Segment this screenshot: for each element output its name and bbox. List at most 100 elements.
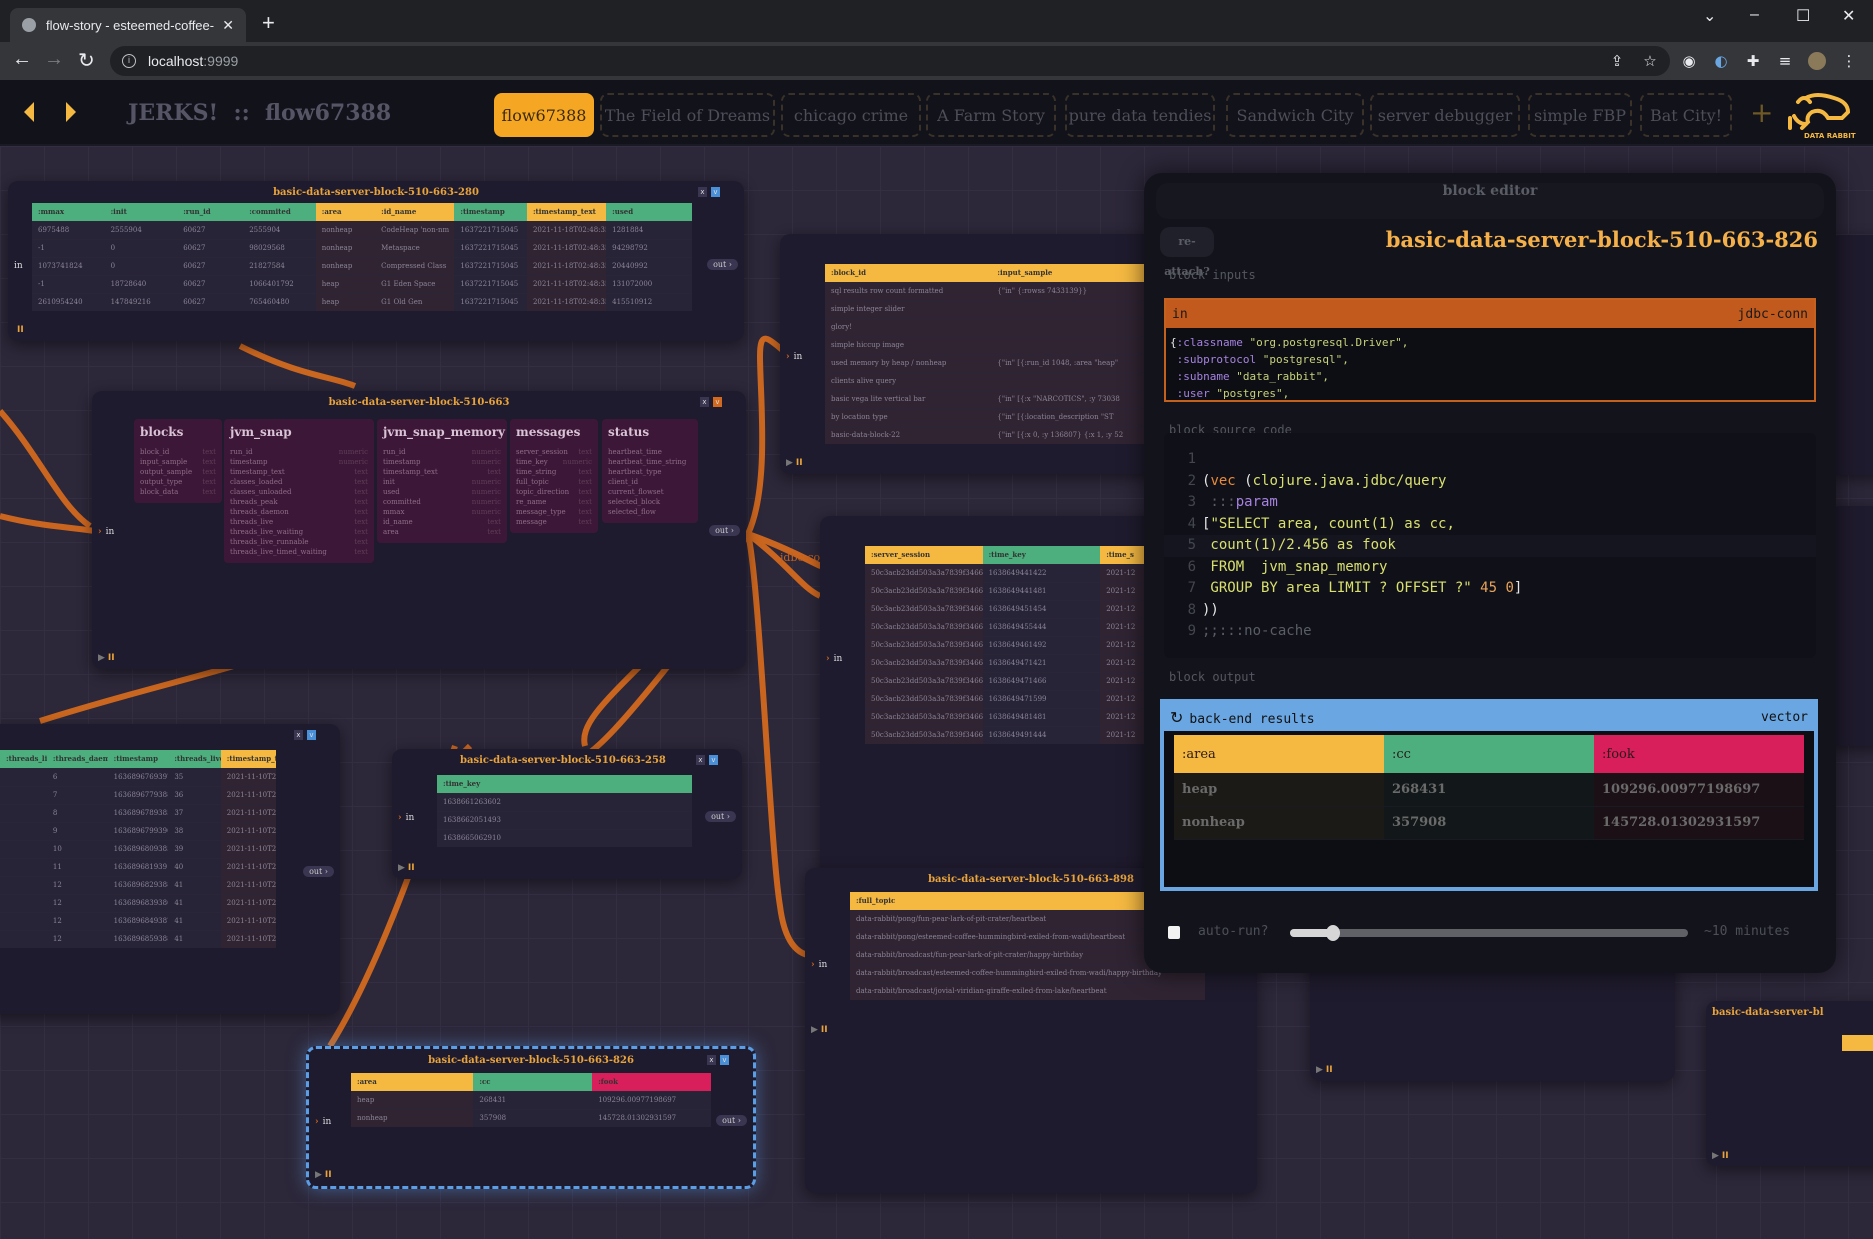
table-row[interactable]: 71636896779388362021-11-10T21:12 xyxy=(0,785,276,804)
password-manager-icon[interactable]: ◐ xyxy=(1712,52,1730,70)
table-row[interactable]: 61636896769397352021-11-10T21:12 xyxy=(0,767,276,786)
table-row[interactable]: used memory by heap / nonheap {"in" [{:ru… xyxy=(825,353,1145,372)
column-header[interactable]: :cc xyxy=(473,1073,593,1091)
table-row[interactable]: 121636896839386412021-11-10T21:13 xyxy=(0,893,276,912)
input-value[interactable]: {:classname "org.postgresql.Driver", :su… xyxy=(1166,328,1814,408)
flow-tab[interactable]: The Field of Dreams xyxy=(600,93,775,137)
table-row[interactable]: 121636896849387412021-11-10T21:14 xyxy=(0,911,276,930)
table-row[interactable]: 50c3acb23dd503a3a7839f3466be 163864944148… xyxy=(865,581,1145,600)
flow-tab[interactable]: server debugger xyxy=(1370,93,1520,137)
tab-search-icon[interactable]: ⌄ xyxy=(1703,6,1716,26)
block-826-selected[interactable]: basic-data-server-block-510-663-826 xv :… xyxy=(306,1046,756,1189)
maximize-button[interactable]: ☐ xyxy=(1796,6,1810,26)
block-close-icon[interactable]: x xyxy=(707,1055,716,1065)
table-row[interactable]: 50c3acb23dd503a3a7839f3466be 163864945544… xyxy=(865,617,1145,636)
column-header[interactable]: :server_session xyxy=(865,546,983,564)
table-row[interactable]: basic vega lite vertical bar {"in" [{:x "… xyxy=(825,389,1145,408)
table-row[interactable]: 111636896819391402021-11-10T21:13 xyxy=(0,857,276,876)
out-port[interactable]: out › xyxy=(716,1115,747,1126)
table-row[interactable]: -1 0 60627 98029568 nonheap Metaspace 16372217… xyxy=(32,238,692,257)
column-header[interactable]: :fook xyxy=(592,1073,711,1091)
column-header[interactable]: :time_key xyxy=(982,546,1101,564)
add-flow-button[interactable]: + xyxy=(1750,96,1773,129)
flow-tab[interactable]: simple FBP xyxy=(1528,93,1632,137)
column-header[interactable]: :init xyxy=(104,203,178,221)
table-row[interactable]: 121636896829388412021-11-10T21:13 xyxy=(0,875,276,894)
browser-menu-icon[interactable]: ⋮ xyxy=(1840,52,1858,70)
block-close-icon[interactable]: x xyxy=(700,397,709,407)
column-header[interactable]: :timestamp_text xyxy=(526,203,607,221)
table-row[interactable]: by location type {"in" [{:location_descri… xyxy=(825,407,1145,426)
column-header[interactable]: :run_id xyxy=(177,203,244,221)
schema-table[interactable]: status heartbeat_time heartbeat_time_strin… xyxy=(602,419,698,523)
column-header[interactable]: :timestamp xyxy=(454,203,527,221)
flow-tab[interactable]: flow67388 xyxy=(494,93,594,137)
column-header[interactable]: :threads_live_ru xyxy=(0,750,47,768)
column-header[interactable]: :commited xyxy=(243,203,316,221)
column-header[interactable]: :area xyxy=(351,1073,474,1091)
results-column-header[interactable]: :fook xyxy=(1594,735,1804,773)
column-header[interactable]: :time_key xyxy=(437,775,692,793)
results-column-header[interactable]: :cc xyxy=(1384,735,1594,773)
table-row[interactable]: 6975488 2555904 60627 2555904 nonheap CodeHea… xyxy=(32,220,692,239)
table-row[interactable]: data-rabbit/broadcast/jovial-viridian-gi… xyxy=(850,981,1205,1000)
block-right-edge[interactable]: basic-data-server-bl ▶ II xyxy=(1706,1001,1873,1166)
column-header[interactable]: :threads_live xyxy=(168,750,221,768)
block-editor-header[interactable]: block editor xyxy=(1156,183,1824,219)
run-controls[interactable]: II xyxy=(14,325,24,335)
extensions-puzzle-icon[interactable]: ✚ xyxy=(1744,52,1762,70)
table-row[interactable]: clients alive query xyxy=(825,371,1145,390)
table-row[interactable]: 1638665062910 xyxy=(437,828,692,847)
column-header[interactable]: :timestamp_text xyxy=(220,750,276,768)
back-icon[interactable]: ← xyxy=(12,48,32,71)
block-258[interactable]: basic-data-server-block-510-663-258 xv :… xyxy=(392,749,742,879)
extension-owl-icon[interactable]: ◉ xyxy=(1680,52,1698,70)
table-row[interactable]: 1638661263602 xyxy=(437,792,692,811)
table-row[interactable]: 121636896859388412021-11-10T21:14 xyxy=(0,929,276,948)
share-icon[interactable]: ⇪ xyxy=(1608,52,1626,70)
block-blocks-table[interactable]: :block_id:input_sample sql results row co… xyxy=(780,234,1160,474)
run-controls[interactable]: ▶II xyxy=(98,653,115,663)
next-flow-arrow-icon[interactable] xyxy=(66,102,76,122)
block-right-top[interactable]: out › xyxy=(1830,235,1873,475)
run-controls[interactable]: ▶II xyxy=(811,1025,828,1035)
in-port[interactable]: in xyxy=(14,261,23,271)
reattach-button[interactable]: re-attach? xyxy=(1160,227,1214,278)
reload-icon[interactable]: ↻ xyxy=(78,48,95,73)
block-threads-table[interactable]: xv :threads_live_ru:threads_daemo:timest… xyxy=(0,724,340,1014)
column-header[interactable]: :threads_daemo xyxy=(46,750,108,768)
in-port[interactable]: › in xyxy=(786,352,802,362)
table-row[interactable]: 81636896789385372021-11-10T21:13 xyxy=(0,803,276,822)
table-row[interactable]: 91636896799390382021-11-10T21:13 xyxy=(0,821,276,840)
block-view-toggle[interactable]: v xyxy=(711,187,720,197)
out-port[interactable]: out › xyxy=(709,525,740,536)
interval-slider[interactable] xyxy=(1290,925,1688,941)
block-view-toggle[interactable]: v xyxy=(709,755,718,765)
run-controls[interactable]: ▶II xyxy=(1712,1151,1729,1161)
block-280[interactable]: basic-data-server-block-510-663-280 xv :… xyxy=(8,181,744,341)
table-row[interactable]: glory! xyxy=(825,317,1145,336)
source-code-editor[interactable]: 1 2 (vec (clojure.java.jdbc/query 3 :::para… xyxy=(1164,433,1816,658)
run-controls[interactable]: ▶II xyxy=(1316,1065,1333,1075)
in-port[interactable]: › in xyxy=(315,1117,331,1127)
table-row[interactable]: simple integer slider xyxy=(825,299,1145,318)
minimize-button[interactable]: – xyxy=(1750,6,1759,24)
in-port[interactable]: › in xyxy=(98,527,114,537)
media-queue-icon[interactable]: ≡ xyxy=(1776,52,1794,70)
column-header[interactable]: :area xyxy=(315,203,376,221)
table-row[interactable]: simple hiccup image xyxy=(825,335,1145,354)
table-row[interactable]: heap 268431 109296.00977198697 xyxy=(351,1090,711,1109)
column-header[interactable]: :time_s xyxy=(1100,546,1145,564)
table-row[interactable]: 50c3acb23dd503a3a7839f3466be 163864947146… xyxy=(865,671,1145,690)
column-header[interactable]: :mmax xyxy=(32,203,105,221)
block-view-toggle[interactable]: v xyxy=(720,1055,729,1065)
block-view-toggle[interactable]: v xyxy=(307,730,316,740)
site-info-icon[interactable]: i xyxy=(122,54,136,68)
column-header[interactable]: :used xyxy=(606,203,692,221)
flow-tab[interactable]: chicago crime xyxy=(781,93,921,137)
table-row[interactable]: basic-data-block-22 {"in" [{:x 0, :y 1368… xyxy=(825,425,1145,444)
out-port[interactable]: out › xyxy=(705,811,736,822)
address-bar[interactable]: i localhost:9999 xyxy=(110,46,1670,76)
table-row[interactable]: 50c3acb23dd503a3a7839f3466be 163864944142… xyxy=(865,563,1145,582)
flow-tab[interactable]: Bat City! xyxy=(1640,93,1732,137)
